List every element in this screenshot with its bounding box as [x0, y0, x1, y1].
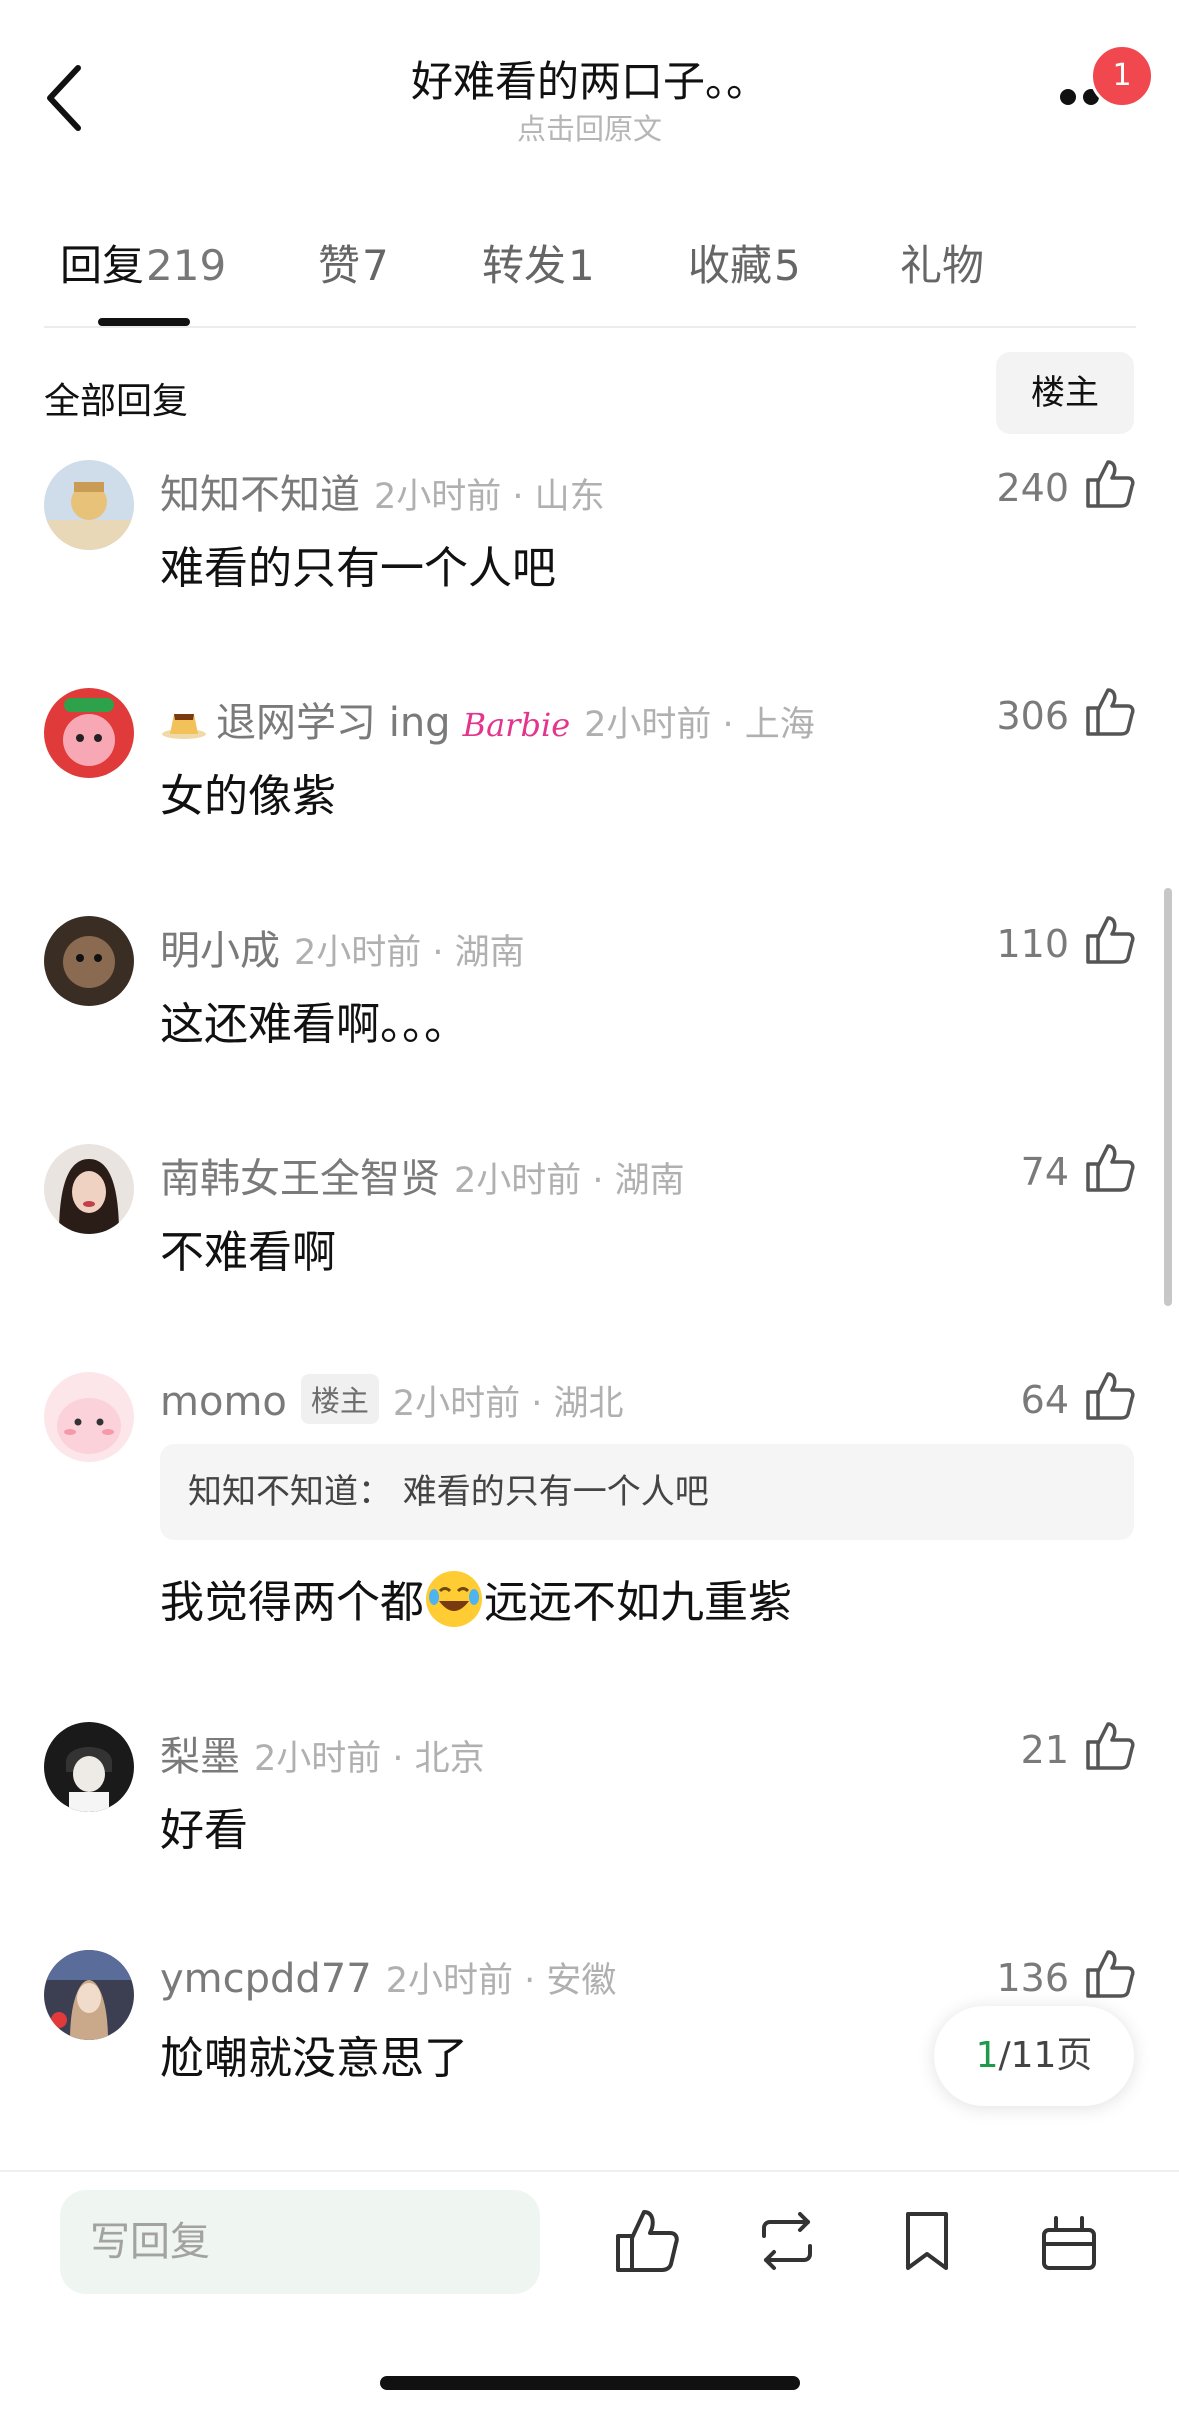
like-count: 21 [1020, 1728, 1069, 1772]
comment-username[interactable]: ymcpdd77 2小时前 · 安徽 [160, 1952, 616, 2003]
op-tag: 楼主 [300, 1374, 379, 1424]
barbie-badge: Barbie [462, 706, 571, 744]
laughing-tears-emoji-icon [426, 1571, 482, 1627]
bookmark-icon[interactable] [892, 2206, 962, 2276]
avatar[interactable] [44, 688, 134, 778]
comment-text: 我觉得两个都 远远不如九重紫 [160, 1566, 792, 1630]
like-count: 110 [996, 922, 1069, 966]
op-only-filter-button[interactable]: 楼主 [996, 352, 1134, 434]
thumbs-up-icon[interactable] [1084, 1370, 1136, 1422]
like-count: 74 [1020, 1150, 1069, 1194]
thumbs-up-icon[interactable] [1084, 1720, 1136, 1772]
notification-badge: 1 [1090, 44, 1154, 108]
scrollbar[interactable] [1164, 888, 1172, 1306]
comment-username[interactable]: 退网学习 ing Barbie 2小时前 · 上海 [160, 690, 815, 748]
home-indicator[interactable] [380, 2376, 800, 2390]
comment-text: 尬嘲就没意思了 [160, 2033, 468, 2084]
avatar[interactable] [44, 1144, 134, 1234]
comment-text: 好看 [160, 1805, 248, 1856]
tab-favorites[interactable]: 收藏5 [688, 232, 801, 293]
avatar[interactable] [44, 1372, 134, 1462]
comment-text: 难看的只有一个人吧 [160, 543, 556, 594]
thumbs-up-icon[interactable] [1084, 1142, 1136, 1194]
thumbs-up-icon[interactable] [1084, 686, 1136, 738]
comment-text: 女的像紫 [160, 771, 336, 822]
reply-input[interactable]: 写回复 [60, 2190, 540, 2294]
comment-username[interactable]: 南韩女王全智贤 2小时前 · 湖南 [160, 1146, 685, 1204]
gift-icon[interactable] [1034, 2206, 1104, 2276]
tab-likes[interactable]: 赞7 [318, 232, 389, 293]
avatar[interactable] [44, 1950, 134, 2040]
like-count: 64 [1020, 1378, 1069, 1422]
active-tab-indicator [98, 318, 190, 326]
comment-username[interactable]: momo 楼主 2小时前 · 湖北 [160, 1374, 624, 1426]
view-original-link[interactable]: 点击回原文 [0, 106, 1179, 148]
tab-reposts[interactable]: 转发1 [482, 232, 595, 293]
avatar[interactable] [44, 1722, 134, 1812]
pagination-indicator[interactable]: 1/11页 [934, 2006, 1134, 2106]
page-title[interactable]: 好难看的两口子。。 [0, 48, 1179, 109]
tab-replies[interactable]: 回复219 [60, 232, 226, 293]
like-count: 240 [996, 466, 1069, 510]
thumbs-up-icon[interactable] [1084, 458, 1136, 510]
pudding-icon [162, 714, 206, 739]
thumbs-up-icon[interactable] [1084, 914, 1136, 966]
avatar[interactable] [44, 916, 134, 1006]
avatar[interactable] [44, 460, 134, 550]
like-count: 306 [996, 694, 1069, 738]
comment-username[interactable]: 明小成 2小时前 · 湖南 [160, 918, 525, 976]
quoted-reply[interactable]: 知知不知道： 难看的只有一个人吧 [160, 1444, 1134, 1540]
tabs-divider [44, 326, 1136, 328]
repost-icon[interactable] [752, 2206, 822, 2276]
tab-gifts[interactable]: 礼物 [900, 232, 984, 293]
like-icon[interactable] [612, 2206, 682, 2276]
thumbs-up-icon[interactable] [1084, 1948, 1136, 2000]
comment-text: 这还难看啊。。。 [160, 999, 468, 1050]
comment-username[interactable]: 知知不知道 2小时前 · 山东 [160, 462, 605, 520]
comment-text: 不难看啊 [160, 1227, 336, 1278]
comment-username[interactable]: 梨墨 2小时前 · 北京 [160, 1724, 485, 1782]
section-title: 全部回复 [44, 381, 189, 422]
bottom-bar-divider [0, 2170, 1179, 2172]
like-count: 136 [996, 1956, 1069, 2000]
